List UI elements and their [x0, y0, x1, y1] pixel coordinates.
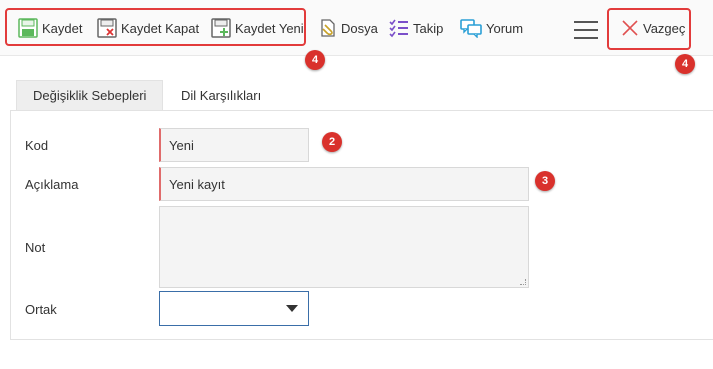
save-button-label: Kaydet	[42, 20, 83, 36]
file-button[interactable]: Dosya	[319, 14, 378, 42]
annotation-badge: 3	[535, 171, 555, 191]
attachment-icon	[321, 19, 335, 37]
note-textarea[interactable]	[159, 206, 529, 288]
resize-handle-icon[interactable]	[520, 279, 526, 285]
file-button-label: Dosya	[341, 20, 378, 36]
save-icon	[18, 18, 38, 38]
description-label: Açıklama	[25, 177, 79, 192]
common-select[interactable]	[159, 291, 309, 326]
tab-change-reasons[interactable]: Değişiklik Sebepleri	[16, 80, 164, 110]
annotation-badge: 4	[305, 50, 325, 70]
form-panel: Kod Yeni Açıklama Yeni kayıt Not Ortak	[10, 110, 713, 340]
save-button[interactable]: Kaydet	[18, 14, 82, 42]
save-new-icon	[211, 18, 231, 38]
annotation-badge: 2	[322, 132, 342, 152]
comment-icon	[460, 19, 482, 38]
save-new-button[interactable]: Kaydet Yeni	[211, 14, 304, 42]
common-label: Ortak	[25, 302, 57, 317]
code-label: Kod	[25, 138, 49, 153]
save-close-button-label: Kaydet Kapat	[121, 20, 200, 36]
follow-button-label: Takip	[413, 20, 444, 36]
code-input[interactable]: Yeni	[159, 128, 309, 162]
save-close-button[interactable]: Kaydet Kapat	[97, 14, 199, 42]
chevron-down-icon	[286, 305, 298, 312]
close-icon	[622, 20, 638, 36]
follow-button[interactable]: Takip	[389, 14, 443, 42]
tab-language-equivalents[interactable]: Dil Karşılıkları	[165, 80, 277, 110]
toolbar: Kaydet Kaydet Kapat Kaydet Yeni Dosya Ta…	[0, 0, 713, 56]
note-label: Not	[25, 240, 46, 255]
comment-button[interactable]: Yorum	[460, 14, 523, 42]
comment-button-label: Yorum	[486, 20, 524, 36]
checklist-icon	[389, 19, 408, 38]
save-close-icon	[97, 18, 117, 38]
annotation-badge: 4	[675, 54, 695, 74]
save-new-button-label: Kaydet Yeni	[235, 20, 304, 36]
description-input[interactable]: Yeni kayıt	[159, 167, 529, 201]
cancel-button-label: Vazgeç	[643, 20, 686, 36]
menu-icon[interactable]	[574, 21, 598, 39]
cancel-button[interactable]: Vazgeç	[621, 14, 685, 42]
